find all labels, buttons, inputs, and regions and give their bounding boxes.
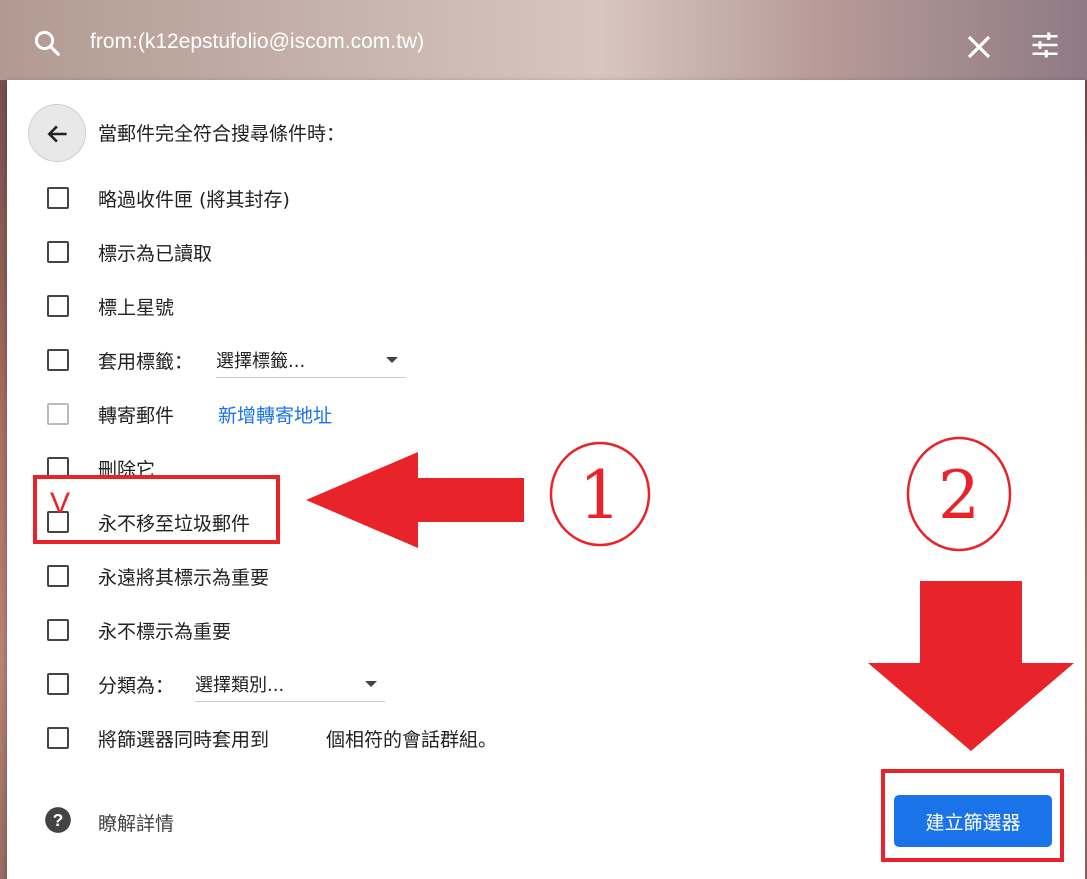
highlight-box-option: [33, 475, 280, 544]
caret-down-icon: [365, 681, 377, 687]
option-label: 略過收件匣 (將其封存): [98, 189, 290, 211]
category-select-value: 選擇類別...: [195, 675, 285, 696]
option-label: 將篩選器同時套用到: [98, 729, 270, 751]
search-input[interactable]: from:(k12epstufolio@iscom.com.tw): [90, 30, 424, 54]
add-forwarding-address-link[interactable]: 新增轉寄地址: [218, 401, 332, 428]
step1-circle: 1: [549, 441, 651, 547]
option-label: 標上星號: [98, 297, 175, 319]
search-bar: from:(k12epstufolio@iscom.com.tw): [0, 0, 1087, 80]
help-icon[interactable]: ?: [44, 806, 72, 834]
label-select[interactable]: 選擇標籤...: [216, 347, 406, 378]
step1-label: 1: [579, 457, 621, 534]
back-button[interactable]: [28, 104, 86, 162]
checkbox[interactable]: [47, 673, 69, 695]
option-suffix: 個相符的會話群組。: [326, 729, 498, 751]
checkbox[interactable]: [47, 727, 69, 749]
arrow-down-annotation: [868, 581, 1074, 751]
svg-text:?: ?: [53, 810, 64, 830]
label-select-value: 選擇標籤...: [216, 351, 306, 372]
search-icon[interactable]: [32, 28, 62, 58]
arrow-left-annotation: [306, 452, 524, 548]
option-label: 永不標示為重要: [98, 621, 232, 643]
tune-icon[interactable]: [1030, 30, 1060, 60]
option-label: 分類為：: [98, 675, 175, 697]
checkbox[interactable]: [47, 187, 69, 209]
learn-more-link[interactable]: 瞭解詳情: [98, 809, 174, 836]
filter-header: 當郵件完全符合搜尋條件時：: [98, 123, 346, 145]
step2-circle: 2: [906, 436, 1012, 552]
checkbox: [47, 403, 69, 425]
arrow-left-icon: [47, 125, 67, 143]
checkbox[interactable]: [47, 241, 69, 263]
option-label: 套用標籤：: [98, 351, 194, 373]
checkbox[interactable]: [47, 619, 69, 641]
caret-down-icon: [386, 357, 398, 363]
category-select[interactable]: 選擇類別...: [195, 671, 385, 702]
checkbox[interactable]: [47, 349, 69, 371]
checkbox[interactable]: [47, 295, 69, 317]
checkbox[interactable]: [47, 565, 69, 587]
step2-label: 2: [938, 457, 980, 534]
highlight-box-create: [881, 769, 1064, 862]
check-annotation: V: [50, 487, 71, 520]
option-label: 轉寄郵件: [98, 405, 175, 427]
option-label: 永遠將其標示為重要: [98, 567, 270, 589]
option-label: 標示為已讀取: [98, 243, 213, 265]
close-icon[interactable]: [964, 32, 994, 62]
